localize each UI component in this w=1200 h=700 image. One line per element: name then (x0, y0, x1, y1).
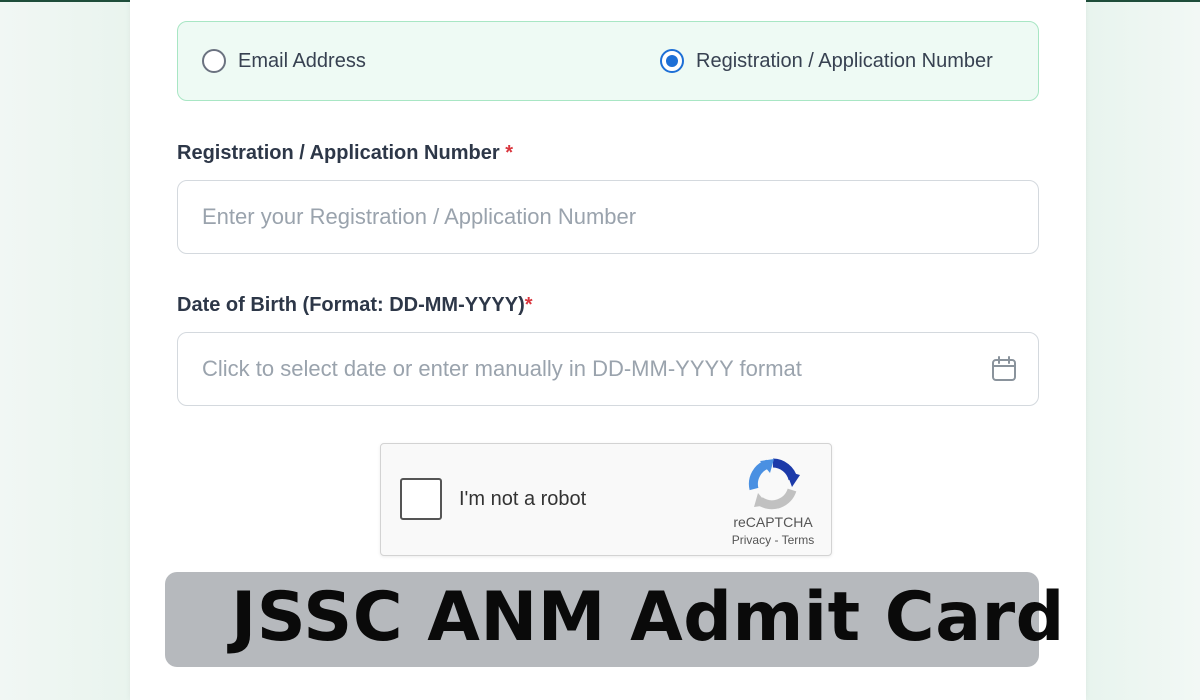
registration-number-input[interactable] (177, 180, 1039, 254)
date-of-birth-input[interactable] (177, 332, 1039, 406)
date-of-birth-label: Date of Birth (Format: DD-MM-YYYY)* (177, 294, 533, 317)
dob-label-text: Date of Birth (Format: DD-MM-YYYY) (177, 294, 525, 316)
radio-button-registration[interactable] (660, 49, 684, 73)
radio-label-registration: Registration / Application Number (696, 49, 993, 72)
recaptcha-widget: I'm not a robot reCAPTCHA Privacy - Term… (380, 443, 832, 556)
registration-label-text: Registration / Application Number (177, 142, 500, 164)
page-background-right (1086, 0, 1200, 700)
recaptcha-logo-icon (748, 458, 800, 510)
radio-option-registration[interactable]: Registration / Application Number (660, 49, 993, 73)
recaptcha-checkbox[interactable] (400, 478, 442, 520)
title-banner: JSSC ANM Admit Card (165, 572, 1064, 667)
required-marker: * (505, 142, 513, 164)
recaptcha-links: Privacy - Terms (711, 533, 835, 547)
required-marker: * (524, 294, 533, 316)
login-method-selector: Email Address Registration / Application… (177, 21, 1039, 101)
recaptcha-checkbox-label: I'm not a robot (459, 488, 587, 510)
recaptcha-brand-text: reCAPTCHA (733, 514, 813, 530)
banner-title: JSSC ANM Admit Card (231, 578, 1065, 657)
radio-label-email: Email Address (238, 49, 366, 72)
recaptcha-terms-link[interactable]: Terms (782, 533, 815, 547)
radio-option-email[interactable]: Email Address (202, 49, 366, 73)
recaptcha-privacy-link[interactable]: Privacy (732, 533, 771, 547)
calendar-icon[interactable] (990, 355, 1018, 383)
radio-button-email[interactable] (202, 49, 226, 73)
recaptcha-link-separator: - (771, 533, 782, 547)
page-background-left (0, 0, 130, 700)
registration-number-label: Registration / Application Number * (177, 142, 513, 165)
